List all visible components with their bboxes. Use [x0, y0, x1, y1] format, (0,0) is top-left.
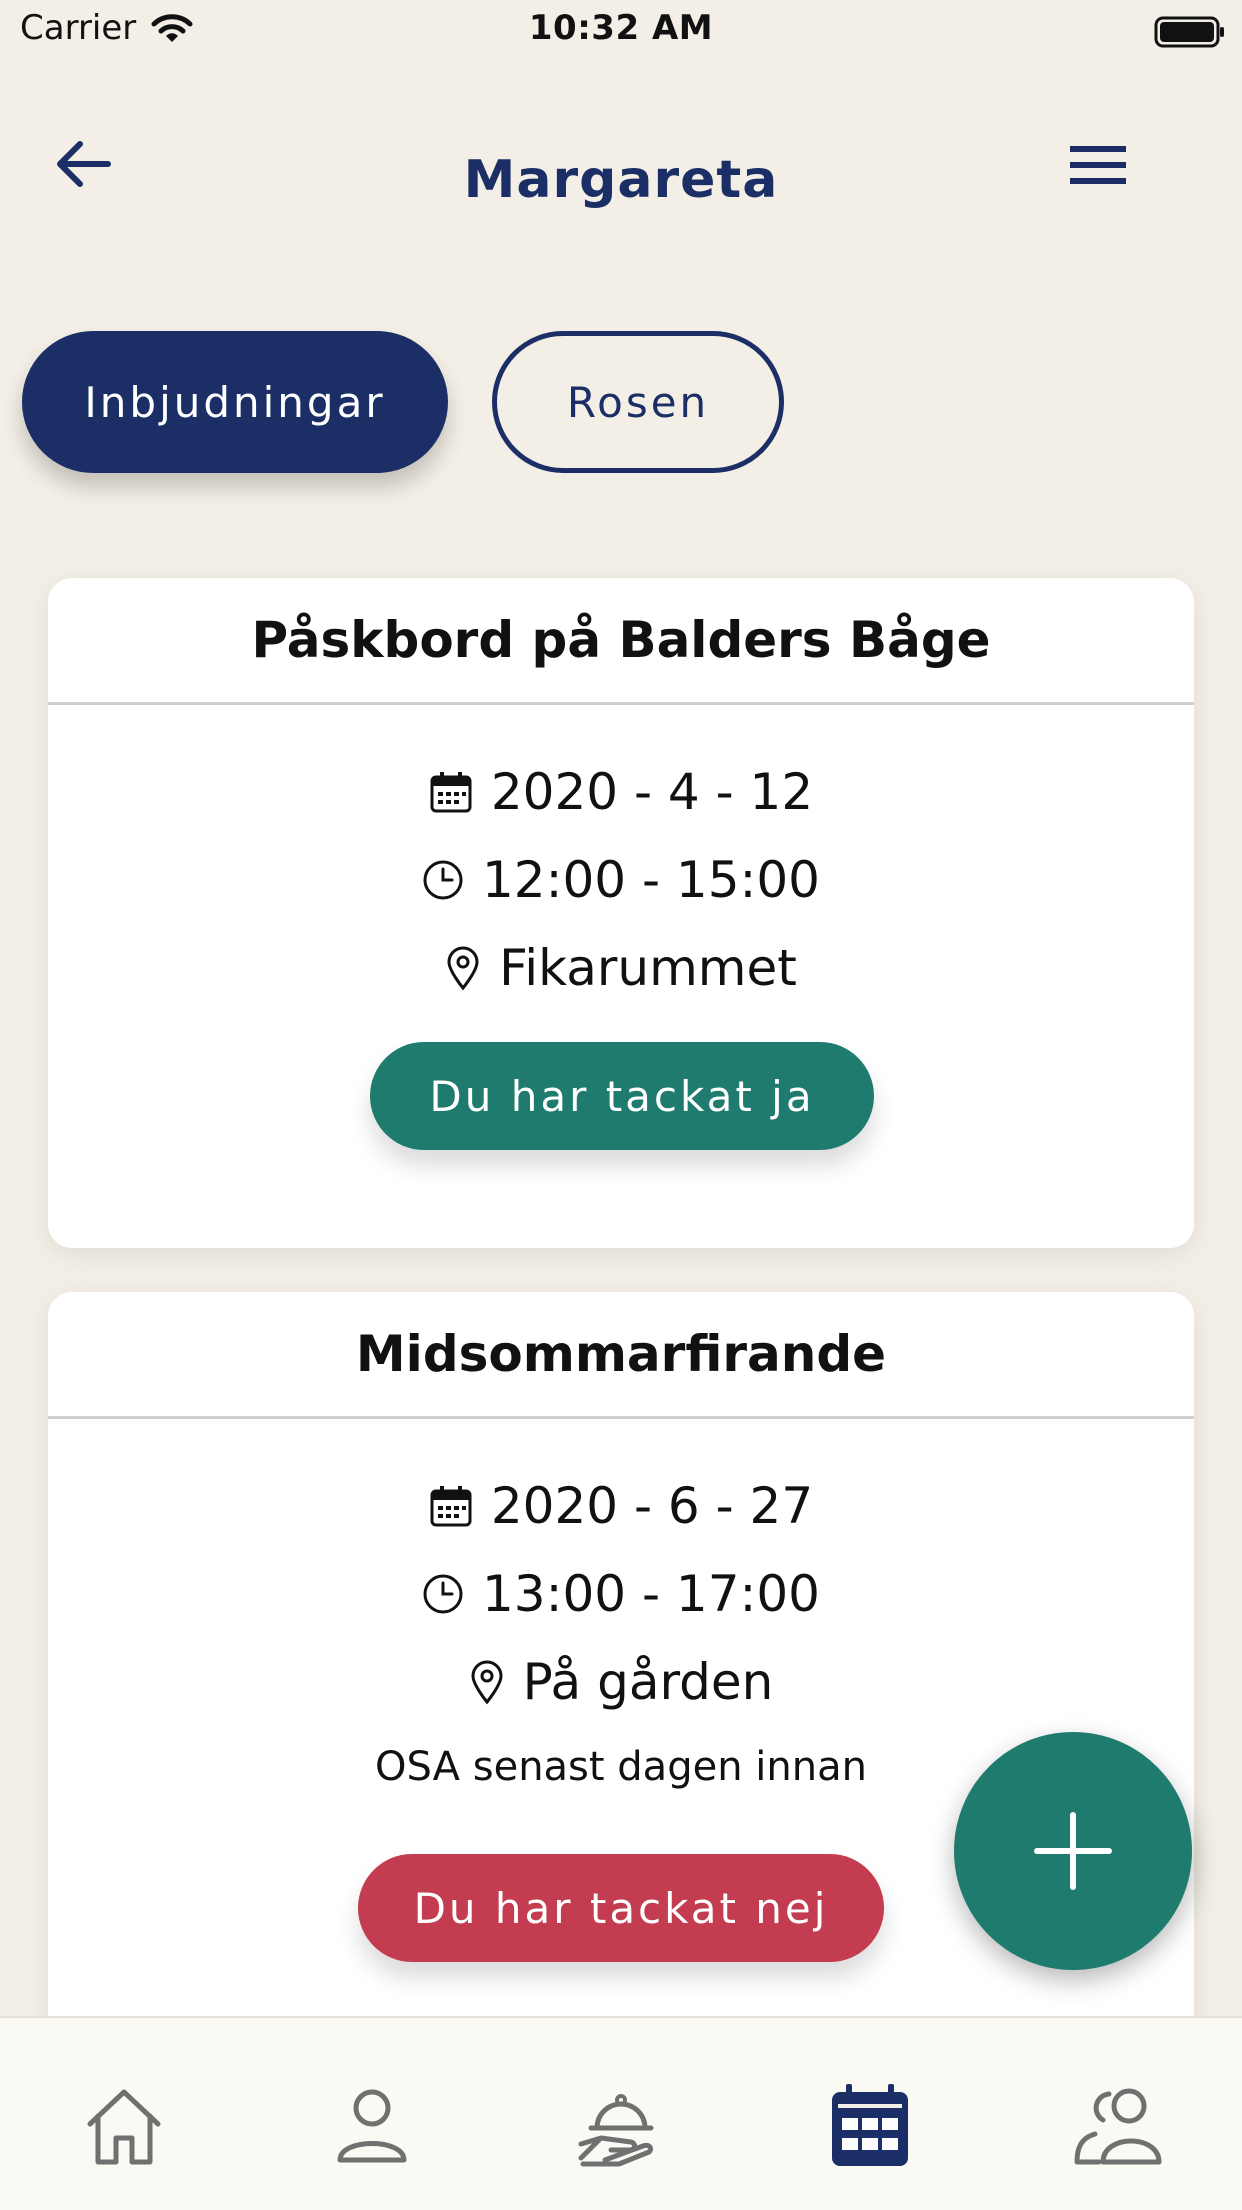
- home-icon: [87, 2089, 161, 2165]
- clock-icon: [423, 860, 463, 900]
- event-location: Fikarummet: [499, 939, 797, 997]
- location-pin-icon: [471, 1660, 503, 1705]
- calendar-icon: [832, 2084, 908, 2166]
- profile-icon: [337, 2089, 407, 2163]
- nav-home[interactable]: [74, 2076, 174, 2176]
- event-date: 2020 - 6 - 27: [490, 1477, 814, 1535]
- food-service-icon: [578, 2094, 654, 2167]
- event-time: 12:00 - 15:00: [481, 851, 820, 909]
- nav-profile[interactable]: [322, 2076, 422, 2176]
- add-event-button[interactable]: [954, 1732, 1192, 1970]
- tab-inbjudningar[interactable]: Inbjudningar: [22, 331, 448, 473]
- nav-group[interactable]: [1068, 2076, 1168, 2176]
- hamburger-menu-icon: [1070, 146, 1126, 184]
- battery-icon: [1154, 16, 1226, 57]
- rsvp-declined-button[interactable]: Du har tackat nej: [358, 1854, 884, 1962]
- nav-calendar[interactable]: [820, 2076, 920, 2176]
- location-pin-icon: [447, 946, 479, 991]
- bottom-navigation: [0, 2016, 1242, 2210]
- divider: [48, 702, 1194, 705]
- clock: 10:32 AM: [528, 8, 714, 48]
- event-title: Midsommarfirande: [355, 1325, 887, 1383]
- plus-icon: [1034, 1812, 1112, 1890]
- status-bar: Carrier 10:32 AM: [0, 0, 1242, 62]
- event-time: 13:00 - 17:00: [481, 1565, 820, 1623]
- event-date-row: 2020 - 6 - 27: [48, 1470, 1194, 1542]
- nav-food-service[interactable]: [570, 2076, 670, 2176]
- event-location-row: På gården: [48, 1646, 1194, 1718]
- event-date: 2020 - 4 - 12: [490, 763, 814, 821]
- event-time-row: 12:00 - 15:00: [48, 844, 1194, 916]
- clock-icon: [423, 1574, 463, 1614]
- calendar-icon: [430, 1486, 472, 1527]
- event-location-row: Fikarummet: [48, 932, 1194, 1004]
- tab-rosen[interactable]: Rosen: [492, 331, 784, 473]
- menu-button[interactable]: [1066, 140, 1130, 190]
- event-date-row: 2020 - 4 - 12: [48, 756, 1194, 828]
- group-icon: [1074, 2088, 1162, 2165]
- event-card: Påskbord på Balders Båge 2020 - 4 - 12 1…: [48, 578, 1194, 1248]
- calendar-icon: [430, 772, 472, 813]
- divider: [48, 1416, 1194, 1419]
- rsvp-accepted-button[interactable]: Du har tackat ja: [370, 1042, 874, 1150]
- event-time-row: 13:00 - 17:00: [48, 1558, 1194, 1630]
- page-title: Margareta: [463, 150, 779, 210]
- event-title: Påskbord på Balders Båge: [251, 611, 991, 669]
- event-location: På gården: [522, 1653, 774, 1711]
